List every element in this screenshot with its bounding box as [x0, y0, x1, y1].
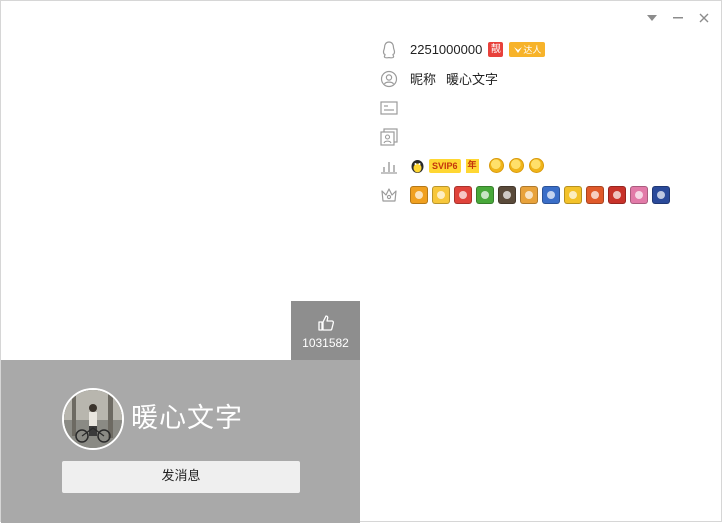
contacts-icon: [379, 127, 399, 147]
badge-9-icon[interactable]: [586, 185, 604, 204]
dropdown-icon[interactable]: [643, 9, 661, 27]
badge-glyph: [547, 190, 555, 199]
sun-level-icon: [488, 158, 504, 173]
penguin-icon: [379, 40, 399, 60]
year-badge: 年: [465, 158, 479, 173]
badge-glyph: [525, 190, 533, 199]
badge-8-icon[interactable]: [564, 185, 582, 204]
badge-glyph: [459, 190, 467, 199]
badge-12-icon[interactable]: [652, 185, 670, 204]
badge-glyph: [415, 190, 423, 199]
badge-3-icon[interactable]: [454, 185, 472, 204]
close-icon[interactable]: [695, 9, 713, 27]
badge-2-icon[interactable]: [432, 185, 450, 204]
badge-glyph: [503, 190, 511, 199]
svip-penguin-icon: [411, 159, 424, 173]
wings-icon: [514, 46, 523, 53]
details-row: [379, 93, 709, 122]
badge-11-icon[interactable]: [630, 185, 648, 204]
badges-row: [379, 180, 709, 209]
sun-level-icon: [508, 158, 524, 173]
qq-number: 2251000000: [410, 42, 483, 57]
qq-number-row: 2251000000 靓 达人: [379, 35, 709, 64]
display-name: 暖心文字: [131, 403, 243, 434]
window-controls: [643, 9, 713, 27]
stats-icon: [379, 156, 399, 176]
profile-window: 1031582 暖心文字 发消息 2251000000 靓 达人 昵称 暖心文字…: [0, 0, 722, 523]
thumb-up-icon: [317, 315, 334, 331]
daren-badge[interactable]: 达人: [509, 42, 546, 57]
badge-glyph: [657, 190, 665, 199]
badge-glyph: [437, 190, 445, 199]
pretty-number-badge[interactable]: 靓: [488, 42, 504, 57]
nickname-value: 暖心文字: [446, 72, 499, 87]
info-panel: 2251000000 靓 达人 昵称 暖心文字 SVIP6 年: [379, 35, 709, 209]
service-badge-list: [410, 185, 670, 204]
badge-glyph: [591, 190, 599, 199]
svip-badge: SVIP6: [429, 158, 461, 173]
like-count: 1031582: [302, 336, 349, 350]
badge-10-icon[interactable]: [608, 185, 626, 204]
send-message-button[interactable]: 发消息: [62, 461, 300, 493]
contacts-row: [379, 122, 709, 151]
user-icon: [379, 69, 399, 89]
daren-badge-label: 达人: [523, 46, 542, 56]
badge-glyph: [613, 190, 621, 199]
nickname-row: 昵称 暖心文字: [379, 64, 709, 93]
minimize-icon[interactable]: [669, 9, 687, 27]
avatar[interactable]: [62, 388, 124, 450]
badge-6-icon[interactable]: [520, 185, 538, 204]
badge-1-icon[interactable]: [410, 185, 428, 204]
nickname-label: 昵称: [410, 73, 437, 88]
svip-badge-group[interactable]: SVIP6 年: [410, 158, 479, 174]
like-button[interactable]: 1031582: [291, 301, 360, 360]
badge-glyph: [481, 190, 489, 199]
badge-7-icon[interactable]: [542, 185, 560, 204]
badge-5-icon[interactable]: [498, 185, 516, 204]
profile-panel: 暖心文字 发消息: [1, 360, 360, 523]
badge-4-icon[interactable]: [476, 185, 494, 204]
badge-glyph: [635, 190, 643, 199]
crown-icon: [379, 185, 399, 205]
card-icon: [379, 98, 399, 118]
badge-glyph: [569, 190, 577, 199]
sun-level-icon: [528, 158, 544, 173]
level-row: SVIP6 年: [379, 151, 709, 180]
